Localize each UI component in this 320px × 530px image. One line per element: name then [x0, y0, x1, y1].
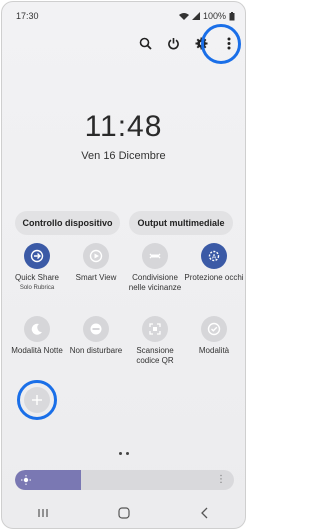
media-output-button[interactable]: Output multimediale — [129, 211, 233, 235]
signal-icon — [191, 12, 200, 20]
tile-nearby-share[interactable]: Condivisione nelle vicinanze — [125, 243, 185, 293]
tile-label: Condivisione nelle vicinanze — [128, 273, 182, 292]
tile-label: Non disturbare — [69, 346, 123, 355]
qr-scan-icon — [142, 316, 168, 342]
tile-modes[interactable]: Modalità — [184, 316, 244, 356]
page-dot — [118, 452, 122, 455]
status-icons: 100% — [178, 11, 235, 21]
clock-date: Ven 16 Dicembre — [81, 150, 166, 162]
tile-label: Smart View — [75, 273, 117, 282]
quick-share-icon — [24, 243, 50, 269]
phone-screen: 17:30 100% 11:48 Ven 16 Dicembre Control… — [1, 1, 246, 529]
tile-do-not-disturb[interactable]: Non disturbare — [66, 316, 126, 356]
moon-icon — [24, 316, 50, 342]
tile-quick-share[interactable]: Quick Share Solo Rubrica — [7, 243, 67, 292]
tile-label: Modalità — [198, 346, 230, 355]
tile-label: Scansione codice QR — [136, 346, 174, 365]
eye-comfort-icon: A — [201, 243, 227, 269]
tile-label: Protezione occhi — [184, 273, 244, 282]
search-icon[interactable] — [137, 35, 153, 51]
tile-label: Quick Share — [14, 273, 60, 282]
battery-icon — [229, 11, 235, 20]
tile-sublabel: Solo Rubrica — [19, 285, 55, 291]
clock-time: 11:48 — [84, 110, 163, 143]
status-bar: 17:30 100% — [16, 9, 235, 23]
highlight-ring-more-options — [201, 24, 241, 64]
nearby-share-icon — [142, 243, 168, 269]
sun-icon — [21, 475, 31, 485]
battery-percent: 100% — [202, 11, 226, 21]
tile-eye-comfort[interactable]: A Protezione occhi — [184, 243, 244, 283]
brightness-more-icon[interactable]: ⋮ — [216, 474, 226, 485]
device-control-button[interactable]: Controllo dispositivo — [15, 211, 120, 235]
home-icon[interactable] — [118, 507, 131, 519]
page-indicator — [2, 452, 245, 455]
smart-view-icon — [83, 243, 109, 269]
tile-night-mode[interactable]: Modalità Notte — [7, 316, 67, 356]
power-icon[interactable] — [165, 35, 181, 51]
highlight-ring-add-tile — [17, 380, 57, 420]
back-icon[interactable] — [200, 507, 210, 519]
tile-label: Modalità Notte — [11, 346, 63, 355]
navigation-bar — [2, 502, 245, 524]
recent-apps-icon[interactable] — [37, 508, 49, 518]
tile-smart-view[interactable]: Smart View — [66, 243, 126, 283]
page-dot — [125, 452, 129, 455]
modes-icon — [201, 316, 227, 342]
do-not-disturb-icon — [83, 316, 109, 342]
brightness-slider[interactable]: ⋮ — [15, 470, 234, 490]
tile-qr-scan[interactable]: Scansione codice QR — [125, 316, 185, 366]
wifi-icon — [178, 13, 189, 20]
status-time: 17:30 — [16, 11, 39, 21]
